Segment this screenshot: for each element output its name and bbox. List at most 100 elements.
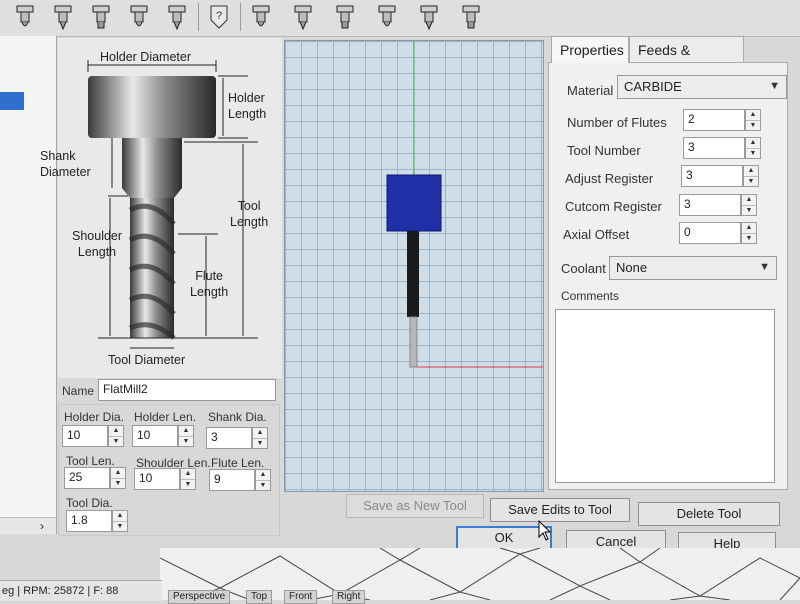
tool-holder-icon[interactable] bbox=[10, 2, 40, 32]
toolbar-separator bbox=[198, 3, 199, 31]
tool-tap2-icon[interactable] bbox=[86, 2, 116, 32]
chevron-down-icon: ▼ bbox=[769, 80, 780, 92]
holder-dia-label: Holder Dia. bbox=[64, 410, 125, 424]
comments-label: Comments bbox=[561, 289, 620, 303]
cutcom-register-label: Cutcom Register bbox=[565, 199, 662, 214]
holder-diameter-label: Holder Diameter bbox=[100, 50, 192, 64]
scroll-right-arrow-icon[interactable]: › bbox=[40, 518, 44, 534]
spin-down-icon[interactable]: ▼ bbox=[256, 480, 270, 491]
tool-ball-icon[interactable] bbox=[162, 2, 192, 32]
tool-number-spinner[interactable]: ▲ ▼ bbox=[745, 137, 761, 159]
spin-up-icon[interactable]: ▲ bbox=[256, 470, 270, 480]
spin-down-icon[interactable]: ▼ bbox=[253, 438, 267, 449]
tool-name-input[interactable]: FlatMill2 bbox=[98, 379, 276, 401]
tool-taper-icon[interactable] bbox=[456, 2, 486, 32]
sidebar-horizontal-scrollbar[interactable]: › bbox=[0, 517, 56, 534]
coolant-value: None bbox=[616, 260, 648, 275]
flute-len-input[interactable]: 9 bbox=[209, 469, 255, 491]
adjust-register-label: Adjust Register bbox=[565, 171, 654, 186]
chevron-down-icon: ▼ bbox=[759, 261, 770, 273]
spin-down-icon[interactable]: ▼ bbox=[109, 436, 123, 447]
adjust-register-spinner[interactable]: ▲ ▼ bbox=[743, 165, 759, 187]
spin-down-icon[interactable]: ▼ bbox=[746, 148, 760, 159]
tool-endmill-icon[interactable] bbox=[246, 2, 276, 32]
shank-dia-input[interactable]: 3 bbox=[206, 427, 252, 449]
spin-down-icon[interactable]: ▼ bbox=[179, 436, 193, 447]
holder-len-input[interactable]: 10 bbox=[132, 425, 178, 447]
tool-tap-icon[interactable] bbox=[48, 2, 78, 32]
material-label: Material bbox=[567, 83, 614, 98]
tab-perspective[interactable]: Perspective bbox=[168, 590, 231, 604]
tool-dia-input[interactable]: 1.8 bbox=[66, 510, 112, 532]
save-edits-button[interactable]: Save Edits to Tool bbox=[490, 498, 630, 522]
mouse-cursor-icon bbox=[538, 520, 552, 541]
shank-diameter-label: Shank Diameter bbox=[40, 149, 91, 179]
svg-text:?: ? bbox=[216, 10, 222, 22]
flutes-spinner[interactable]: ▲ ▼ bbox=[745, 109, 761, 131]
spin-down-icon[interactable]: ▼ bbox=[181, 479, 195, 490]
cutcom-register-spinner[interactable]: ▲ ▼ bbox=[741, 194, 757, 216]
tool-len-spinner[interactable]: ▲ ▼ bbox=[110, 467, 126, 489]
spin-up-icon[interactable]: ▲ bbox=[742, 195, 756, 205]
tool-dia-label: Tool Dia. bbox=[66, 496, 113, 510]
tool-chamfer-icon[interactable] bbox=[330, 2, 360, 32]
tool-endmill2-icon[interactable] bbox=[288, 2, 318, 32]
tab-top[interactable]: Top bbox=[246, 590, 273, 604]
preview-shank bbox=[407, 231, 419, 317]
tool-list-sidebar[interactable]: › bbox=[0, 36, 57, 534]
material-select[interactable]: CARBIDE ▼ bbox=[617, 75, 787, 99]
spin-up-icon[interactable]: ▲ bbox=[742, 223, 756, 233]
tool-preview-viewport[interactable] bbox=[284, 40, 544, 492]
axial-offset-spinner[interactable]: ▲ ▼ bbox=[741, 222, 757, 244]
tab-feeds-speeds[interactable]: Feeds & Speeds bbox=[629, 36, 744, 84]
tool-diameter-label: Tool Diameter bbox=[108, 353, 186, 367]
save-as-new-tool-button[interactable]: Save as New Tool bbox=[346, 494, 484, 518]
cutcom-register-input[interactable]: 3 bbox=[679, 194, 741, 216]
shank-dia-spinner[interactable]: ▲ ▼ bbox=[252, 427, 268, 449]
spin-up-icon[interactable]: ▲ bbox=[746, 110, 760, 120]
spin-down-icon[interactable]: ▼ bbox=[742, 233, 756, 244]
spin-up-icon[interactable]: ▲ bbox=[744, 166, 758, 176]
spin-up-icon[interactable]: ▲ bbox=[179, 426, 193, 436]
flutes-input[interactable]: 2 bbox=[683, 109, 745, 131]
spin-down-icon[interactable]: ▼ bbox=[111, 478, 125, 489]
preview-holder bbox=[386, 174, 442, 232]
status-bar: eg | RPM: 25872 | F: 88 bbox=[0, 580, 162, 601]
shoulder-len-spinner[interactable]: ▲ ▼ bbox=[180, 468, 196, 490]
spin-up-icon[interactable]: ▲ bbox=[746, 138, 760, 148]
tool-drill-icon[interactable] bbox=[124, 2, 154, 32]
tab-properties[interactable]: Properties bbox=[551, 36, 629, 63]
spin-up-icon[interactable]: ▲ bbox=[113, 511, 127, 521]
tool-number-input[interactable]: 3 bbox=[683, 137, 745, 159]
spin-up-icon[interactable]: ▲ bbox=[111, 468, 125, 478]
tool-bull-icon[interactable] bbox=[414, 2, 444, 32]
comments-textarea[interactable] bbox=[555, 309, 775, 483]
delete-tool-button[interactable]: Delete Tool bbox=[638, 502, 780, 526]
tool-dia-spinner[interactable]: ▲ ▼ bbox=[112, 510, 128, 532]
spin-down-icon[interactable]: ▼ bbox=[744, 176, 758, 187]
tool-len-input[interactable]: 25 bbox=[64, 467, 110, 489]
axial-offset-input[interactable]: 0 bbox=[679, 222, 741, 244]
flute-length-label: Flute Length bbox=[190, 269, 229, 299]
holder-dia-spinner[interactable]: ▲ ▼ bbox=[108, 425, 124, 447]
tool-preview-drawing bbox=[386, 41, 543, 368]
adjust-register-input[interactable]: 3 bbox=[681, 165, 743, 187]
shoulder-len-input[interactable]: 10 bbox=[134, 468, 180, 490]
tab-front[interactable]: Front bbox=[284, 590, 318, 604]
holder-len-spinner[interactable]: ▲ ▼ bbox=[178, 425, 194, 447]
view-tabs: Perspective Top Front Right bbox=[160, 590, 400, 604]
tab-right[interactable]: Right bbox=[332, 590, 366, 604]
holder-dia-input[interactable]: 10 bbox=[62, 425, 108, 447]
spin-up-icon[interactable]: ▲ bbox=[109, 426, 123, 436]
spin-up-icon[interactable]: ▲ bbox=[181, 469, 195, 479]
spin-down-icon[interactable]: ▼ bbox=[742, 205, 756, 216]
tool-unknown-icon[interactable]: ? bbox=[204, 2, 234, 32]
spin-down-icon[interactable]: ▼ bbox=[746, 120, 760, 131]
spin-down-icon[interactable]: ▼ bbox=[113, 521, 127, 532]
spin-up-icon[interactable]: ▲ bbox=[253, 428, 267, 438]
tool-type-toolbar: ? bbox=[0, 0, 800, 37]
tool-list-selected-item[interactable] bbox=[0, 92, 24, 110]
flute-len-spinner[interactable]: ▲ ▼ bbox=[255, 469, 271, 491]
coolant-select[interactable]: None ▼ bbox=[609, 256, 777, 280]
tool-flat-icon[interactable] bbox=[372, 2, 402, 32]
